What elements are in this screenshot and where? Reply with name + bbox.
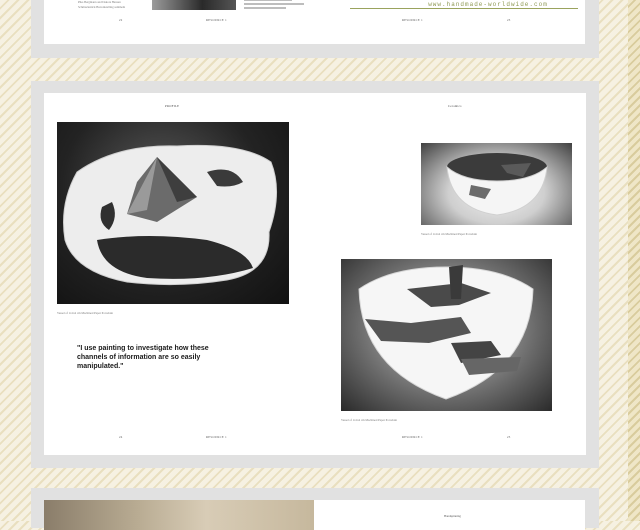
credit-line-1: Pika Bergmann and Dakota Hansen [78,0,121,4]
caption-top-right: Vessel of 1x1x4 cm Machined Paper Porcel… [421,232,477,236]
running-footer-right: RESOURCE 1 [402,18,423,22]
next-photo [44,500,314,530]
background-stripe [628,0,640,521]
bowl-small-illustration [446,153,548,216]
folio-right: 23 [507,18,511,22]
text-column [244,0,304,11]
header-left: PROFILE [165,104,180,108]
bowl-photo-large[interactable] [341,259,552,411]
page-spread-current: PROFILE Ceramics Vessel of 1x1x4 cm Mach… [44,93,586,455]
caption-left: Vessel of 1x1x4 cm Machined Paper Porcel… [57,311,113,315]
folio-left: 22 [119,18,123,22]
bowl-photo-small[interactable] [421,143,572,225]
page-card-next[interactable]: Handspinning [31,488,599,530]
page-card-previous[interactable]: Pika Bergmann and Dakota Hansen Schmucks… [31,0,599,58]
caption-bottom-right: Vessel of 1x1x4 cm Machined Paper Porcel… [341,418,397,422]
header-right: Ceramics [448,104,462,108]
header-label-next: Handspinning [444,514,461,518]
running-footer-right: RESOURCE 1 [402,435,423,439]
folio-right: 25 [507,435,511,439]
page-spread-next: Handspinning [44,500,585,530]
pull-quote: "I use painting to investigate how these… [77,345,209,370]
folio-left: 24 [119,435,123,439]
running-footer-left: RESOURCE 1 [206,435,227,439]
porcelain-sculpture-photo[interactable] [57,122,289,304]
previous-photo [152,0,236,10]
page-card-current[interactable]: PROFILE Ceramics Vessel of 1x1x4 cm Mach… [31,81,599,468]
website-url[interactable]: www.handmade-worldwide.com [399,1,577,8]
running-footer-left: RESOURCE 1 [206,18,227,22]
divider-line [350,8,578,9]
bowl-large-illustration [358,265,534,400]
porcelain-sculpture-illustration [63,144,278,286]
page-spread-previous: Pika Bergmann and Dakota Hansen Schmucks… [44,0,585,44]
credit-line-2: Schmuckstück Bretonktelling sammeln [78,5,126,9]
